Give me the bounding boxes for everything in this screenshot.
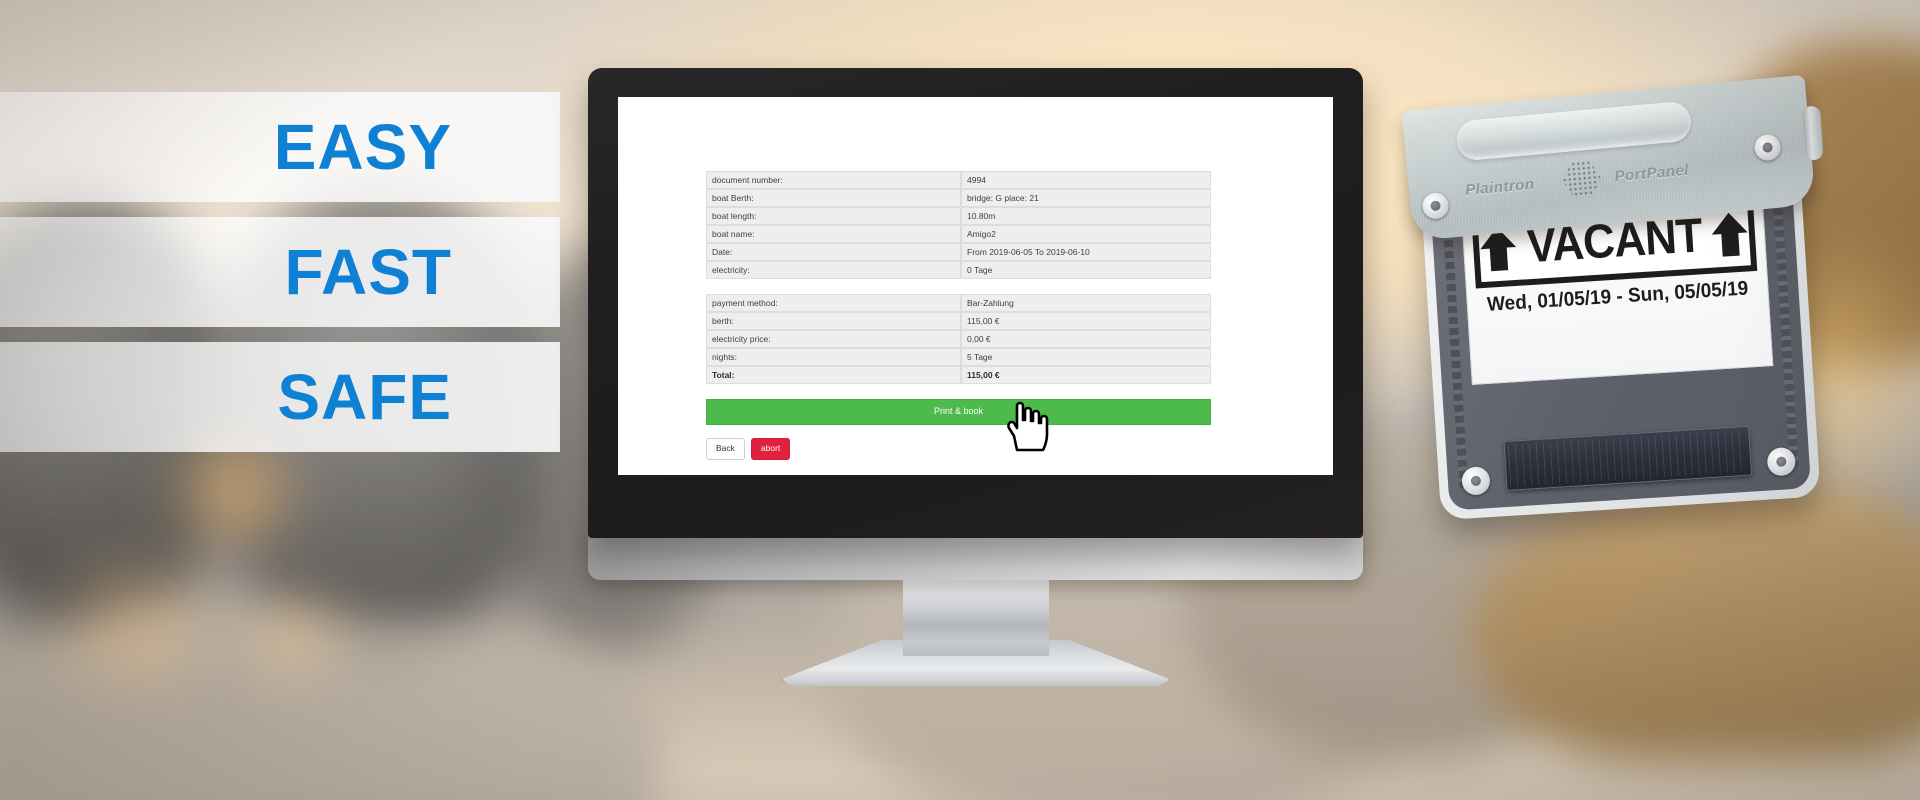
row-label: payment method:	[706, 294, 962, 312]
row-label: electricity:	[706, 261, 962, 279]
device-brand-label: Plaintron	[1464, 175, 1536, 200]
total-label: Total:	[706, 366, 962, 384]
table-row: electricity price: 0,00 €	[706, 330, 1211, 348]
device-model-label: PortPanel	[1613, 161, 1690, 186]
solar-panel	[1503, 425, 1753, 491]
speaker-grille-icon	[1561, 160, 1602, 199]
total-value: 115,00 €	[961, 366, 1211, 384]
row-value: bridge: G place: 21	[961, 189, 1211, 207]
row-value: From 2019-06-05 To 2019-06-10	[961, 243, 1211, 261]
row-value: Bar-Zahlung	[961, 294, 1211, 312]
table-row: boat name: Amigo2	[706, 225, 1211, 243]
table-row: electricity: 0 Tage	[706, 261, 1211, 279]
payment-details-table: payment method: Bar-Zahlung berth: 115,0…	[706, 294, 1211, 384]
row-label: boat name:	[706, 225, 962, 243]
abort-button[interactable]: abort	[750, 438, 791, 460]
banner-text-fast: FAST	[284, 236, 452, 308]
table-row: Date: From 2019-06-05 To 2019-06-10	[706, 243, 1211, 261]
table-row-total: Total: 115,00 €	[706, 366, 1211, 384]
row-value: 5 Tage	[961, 348, 1211, 366]
row-value: 10.80m	[961, 207, 1211, 225]
row-label: boat Berth:	[706, 189, 962, 207]
monitor-stand-neck	[902, 576, 1049, 656]
row-value: Amigo2	[961, 225, 1211, 243]
booking-summary: document number: 4994 boat Berth: bridge…	[706, 171, 1211, 460]
table-row: boat Berth: bridge: G place: 21	[706, 189, 1211, 207]
back-button[interactable]: Back	[706, 438, 745, 460]
banner-text-easy: EASY	[273, 111, 452, 183]
row-value: 0,00 €	[961, 330, 1211, 348]
port-panel-device: 2,5m 12m	[1401, 74, 1841, 524]
row-label: nights:	[706, 348, 962, 366]
screw-top-left	[1421, 191, 1450, 220]
table-row: payment method: Bar-Zahlung	[706, 294, 1211, 312]
row-label: boat length:	[706, 207, 962, 225]
screw-bottom-right	[1766, 446, 1797, 477]
booking-details-table: document number: 4994 boat Berth: bridge…	[706, 171, 1211, 279]
row-label: document number:	[706, 171, 962, 189]
banner: EASY FAST SAFE	[0, 0, 580, 800]
row-value: 4994	[961, 171, 1211, 189]
table-row: boat length: 10.80m	[706, 207, 1211, 225]
monitor-screen: document number: 4994 boat Berth: bridge…	[618, 97, 1333, 475]
row-value: 115,00 €	[961, 312, 1211, 330]
table-row: berth: 115,00 €	[706, 312, 1211, 330]
button-row: Back abort	[706, 438, 1211, 460]
banner-band-easy: EASY	[0, 92, 560, 202]
device-handle	[1455, 100, 1693, 162]
row-label: Date:	[706, 243, 962, 261]
row-value: 0 Tage	[961, 261, 1211, 279]
banner-band-fast: FAST	[0, 217, 560, 327]
table-row: nights: 5 Tage	[706, 348, 1211, 366]
banner-text-safe: SAFE	[277, 361, 452, 433]
table-row: document number: 4994	[706, 171, 1211, 189]
row-label: berth:	[706, 312, 962, 330]
screw-top-right	[1753, 133, 1782, 162]
screw-bottom-left	[1461, 466, 1491, 496]
row-label: electricity price:	[706, 330, 962, 348]
arrow-up-icon-right	[1712, 212, 1748, 257]
desktop-monitor: document number: 4994 boat Berth: bridge…	[588, 68, 1363, 686]
device-hinge	[1802, 105, 1824, 161]
banner-band-safe: SAFE	[0, 342, 560, 452]
print-and-book-button[interactable]: Print & book	[706, 399, 1211, 425]
web-page: document number: 4994 boat Berth: bridge…	[618, 97, 1333, 475]
